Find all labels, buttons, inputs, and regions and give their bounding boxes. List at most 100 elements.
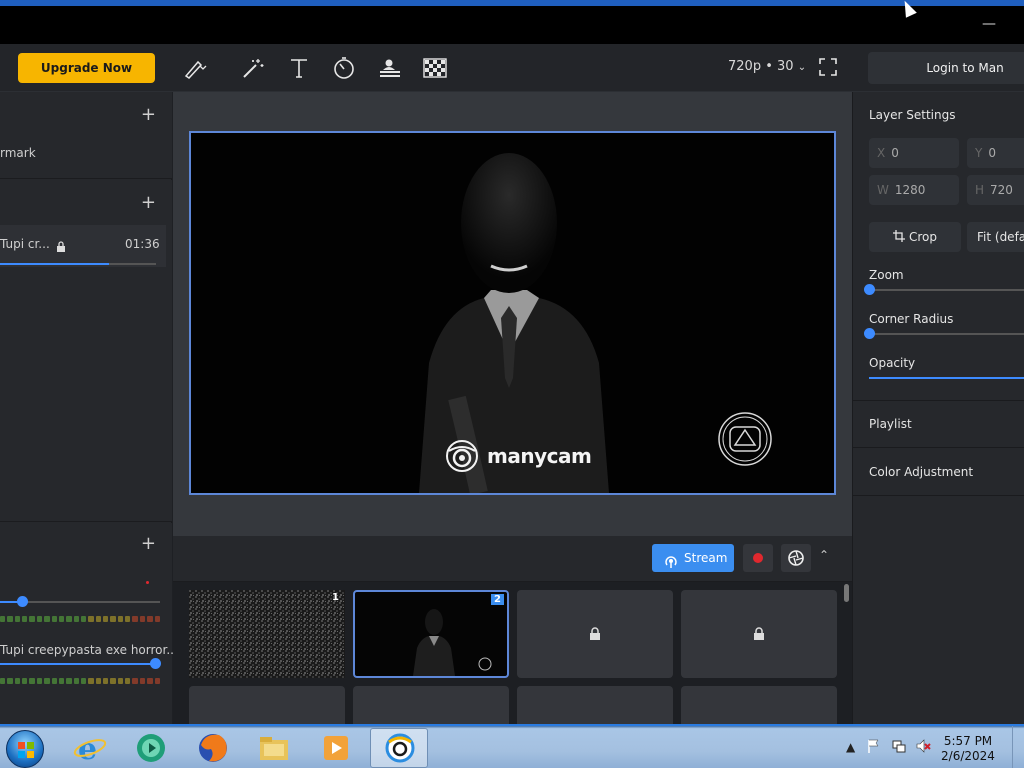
- meter-segment: [66, 616, 72, 622]
- zoom-slider[interactable]: [864, 284, 1024, 295]
- lower-thirds-icon[interactable]: [377, 56, 403, 80]
- audio-section: + Tupi creepypasta exe horror...: [0, 523, 178, 724]
- scene-tile-4-locked[interactable]: [681, 590, 837, 678]
- h-prefix: H: [975, 183, 985, 197]
- meter-segment: [51, 616, 57, 622]
- scenes-scrollbar[interactable]: [844, 584, 849, 602]
- record-button[interactable]: [743, 544, 773, 572]
- magic-wand-icon[interactable]: [240, 56, 266, 80]
- meter-segment: [117, 616, 124, 622]
- zoom-slider-knob[interactable]: [864, 284, 875, 295]
- show-hidden-icons-chevron-icon[interactable]: ▲: [846, 740, 855, 754]
- opacity-slider-fill: [869, 377, 1024, 379]
- show-desktop-button[interactable]: [1012, 726, 1024, 768]
- meter-segment: [125, 678, 131, 684]
- crop-label: Crop: [908, 230, 937, 244]
- meter-segment: [7, 616, 13, 622]
- opacity-slider[interactable]: [869, 377, 1024, 379]
- chevron-up-icon[interactable]: ⌃: [819, 548, 829, 562]
- volume-muted-icon[interactable]: [915, 738, 931, 754]
- media-progress-track: [0, 263, 156, 265]
- resolution-select[interactable]: 720p • 30 ⌄: [728, 59, 806, 74]
- meter-segment: [29, 616, 35, 622]
- add-media-plus-icon[interactable]: +: [141, 192, 156, 213]
- media-player-icon[interactable]: [318, 731, 354, 765]
- windows-taskbar: e ▲ 5:57 PM 2/6/2024: [0, 724, 1024, 768]
- y-value: 0: [988, 146, 996, 160]
- draw-tool-icon[interactable]: [182, 56, 208, 80]
- media-center-icon[interactable]: [133, 731, 169, 765]
- color-adjustment-section[interactable]: Color Adjustment: [869, 465, 973, 479]
- playlist-section[interactable]: Playlist: [869, 417, 912, 431]
- brand-name: manycam: [487, 444, 592, 468]
- add-audio-plus-icon[interactable]: +: [141, 533, 156, 554]
- start-button[interactable]: [6, 730, 44, 768]
- stream-button[interactable]: Stream: [652, 544, 734, 572]
- scene-tile-6[interactable]: [353, 686, 509, 724]
- audio-volume-knob-2[interactable]: [150, 658, 162, 669]
- manycam-window: — Upgrade Now 720p • 30 ⌄ Login to Man +…: [0, 0, 1024, 768]
- width-field[interactable]: W 1280: [869, 175, 959, 205]
- meter-segment: [58, 616, 65, 622]
- internet-explorer-icon[interactable]: e: [72, 731, 108, 765]
- meter-segment: [103, 678, 109, 684]
- preview-stage: manycam: [173, 92, 852, 536]
- add-watermark-plus-icon[interactable]: +: [141, 104, 156, 125]
- meter-segment: [147, 616, 153, 622]
- manycam-brand: manycam: [445, 439, 592, 473]
- audio-item-title: Tupi creepypasta exe horror...: [0, 643, 178, 657]
- snapshot-button[interactable]: [781, 544, 811, 572]
- h-value: 720: [990, 183, 1013, 197]
- media-list-item[interactable]: Tupi cr... 01:36: [0, 225, 166, 267]
- file-explorer-icon[interactable]: [256, 731, 292, 765]
- fullscreen-icon[interactable]: [818, 57, 838, 77]
- x-prefix: X: [877, 146, 886, 160]
- minimize-button[interactable]: —: [982, 16, 996, 32]
- meter-segment: [0, 678, 6, 684]
- action-center-flag-icon[interactable]: [866, 738, 882, 754]
- scene-tile-7[interactable]: [517, 686, 673, 724]
- scene-tile-8[interactable]: [681, 686, 837, 724]
- main-preview[interactable]: manycam: [189, 131, 836, 495]
- media-title: Tupi cr...: [0, 237, 50, 251]
- crop-button[interactable]: Crop: [869, 222, 961, 252]
- network-icon[interactable]: [891, 738, 907, 754]
- corner-radius-slider-knob[interactable]: [864, 328, 875, 339]
- upgrade-now-button[interactable]: Upgrade Now: [18, 53, 155, 83]
- fit-button[interactable]: Fit (defau: [967, 222, 1024, 252]
- audio-volume-slider-1[interactable]: [0, 596, 160, 607]
- audio-volume-fill-2: [0, 663, 156, 665]
- scene-tile-3-locked[interactable]: [517, 590, 673, 678]
- divider: [853, 495, 1024, 496]
- system-clock[interactable]: 5:57 PM 2/6/2024: [938, 734, 998, 764]
- meter-segment: [110, 616, 116, 622]
- firefox-icon[interactable]: [195, 731, 231, 765]
- x-position-field[interactable]: X0: [869, 138, 959, 168]
- login-button[interactable]: Login to Man: [868, 52, 1024, 84]
- scene-tile-5[interactable]: [189, 686, 345, 724]
- clock-date: 2/6/2024: [941, 749, 995, 763]
- audio-volume-slider-2[interactable]: [0, 658, 162, 669]
- height-field[interactable]: H 720: [967, 175, 1024, 205]
- meter-segment: [147, 678, 153, 684]
- scene-tile-2[interactable]: 2: [353, 590, 509, 678]
- audio-volume-knob-1[interactable]: [17, 596, 29, 607]
- chroma-key-icon[interactable]: [422, 56, 448, 80]
- corner-radius-slider[interactable]: [864, 328, 1024, 339]
- y-position-field[interactable]: Y0: [967, 138, 1024, 168]
- audio-level-meter-2: [0, 678, 160, 684]
- svg-text:e: e: [78, 732, 97, 765]
- manycam-logo-icon: [446, 440, 478, 472]
- divider: [853, 447, 1024, 448]
- text-tool-icon[interactable]: [286, 56, 312, 80]
- manycam-taskbar-button[interactable]: [370, 728, 428, 768]
- watermark-logo-icon: [718, 412, 772, 466]
- chevron-down-icon: ⌄: [797, 62, 807, 73]
- timer-icon[interactable]: [331, 56, 357, 80]
- meter-segment: [14, 616, 21, 622]
- meter-segment: [58, 678, 65, 684]
- scenes-grid: 1 2: [173, 582, 852, 724]
- x-value: 0: [891, 146, 899, 160]
- scene-tile-1[interactable]: 1: [189, 590, 345, 678]
- windows-logo-icon: [18, 742, 34, 758]
